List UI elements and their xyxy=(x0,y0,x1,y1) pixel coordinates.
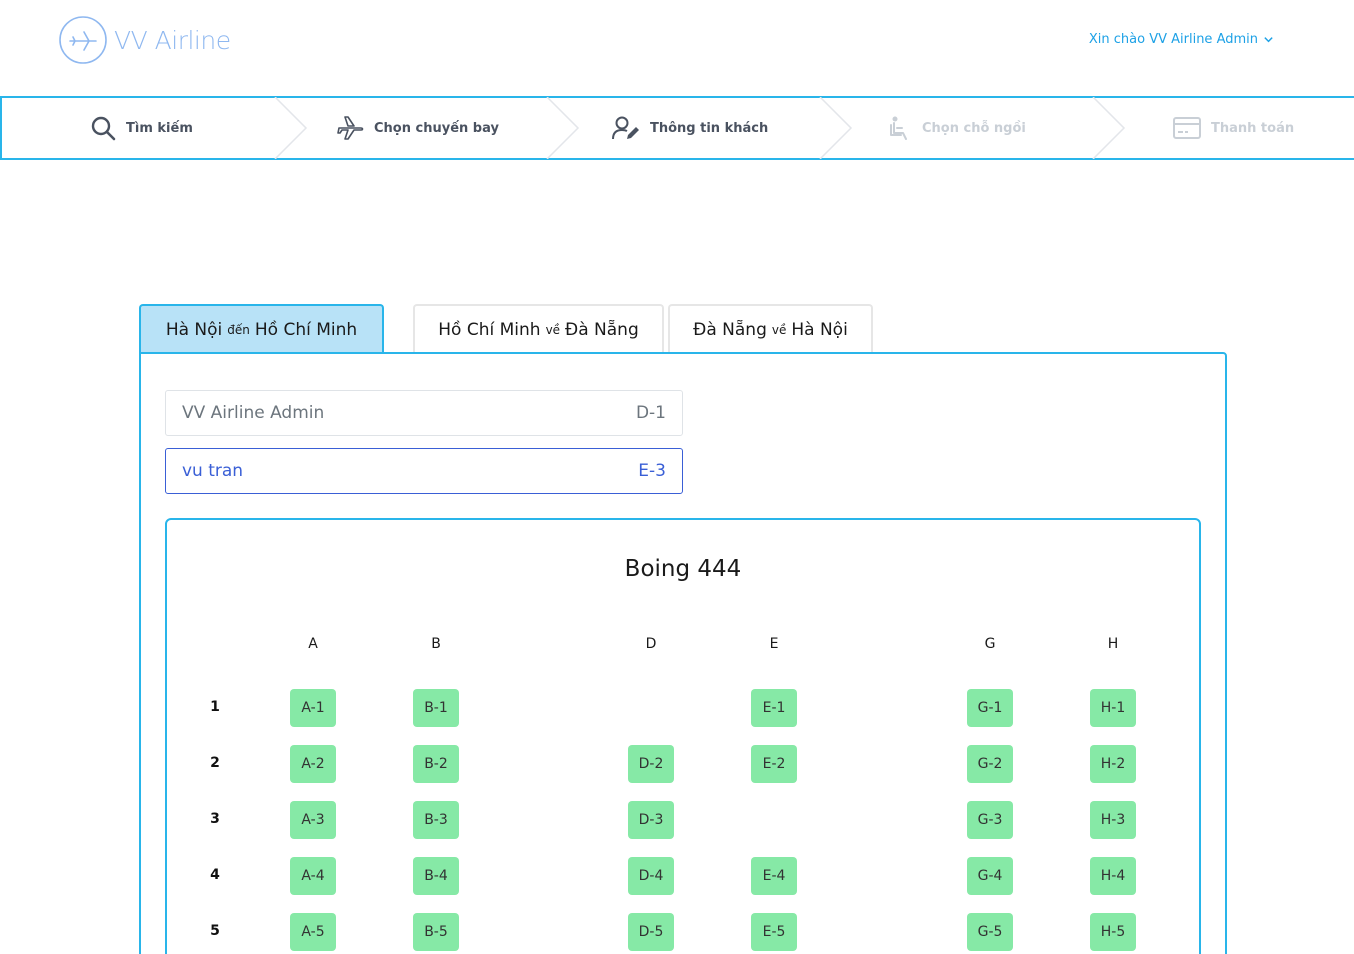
seat-button[interactable]: E-5 xyxy=(751,913,797,951)
seat-button[interactable]: B-4 xyxy=(413,857,459,895)
step-label: Thanh toán xyxy=(1211,120,1295,136)
seat-button[interactable]: E-4 xyxy=(751,857,797,895)
passenger-seat: E-3 xyxy=(638,461,666,481)
column-label: G xyxy=(984,636,996,652)
step-separator xyxy=(1092,97,1126,159)
plane-icon xyxy=(337,116,364,140)
seat-button[interactable]: G-4 xyxy=(967,857,1013,895)
row-label: 1 xyxy=(210,699,220,715)
step-label: Chọn chuyến bay xyxy=(374,120,499,136)
seat-button[interactable]: E-2 xyxy=(751,745,797,783)
step-label: Tìm kiếm xyxy=(126,120,193,136)
seat-button[interactable]: D-2 xyxy=(628,745,674,783)
tab-to: Đà Nẵng xyxy=(565,319,639,340)
seat-button[interactable]: D-3 xyxy=(628,801,674,839)
tab-hcm-danang[interactable]: Hồ Chí Minh về Đà Nẵng xyxy=(413,304,664,353)
seat-button[interactable]: A-1 xyxy=(290,689,336,727)
tab-from: Đà Nẵng xyxy=(693,319,767,340)
user-edit-icon xyxy=(612,116,639,140)
row-label: 4 xyxy=(210,867,220,883)
step-separator xyxy=(819,97,853,159)
tab-connector: về xyxy=(771,322,787,337)
passenger-seat: D-1 xyxy=(635,403,666,423)
airline-logo-icon xyxy=(59,16,107,64)
step-payment: Thanh toán xyxy=(1173,98,1294,158)
credit-card-icon xyxy=(1173,117,1201,139)
seat-button[interactable]: G-3 xyxy=(967,801,1013,839)
row-label: 2 xyxy=(210,755,220,771)
tab-from: Hà Nội xyxy=(165,320,223,340)
plane-title: Boing 444 xyxy=(624,556,742,582)
seat-button[interactable]: A-5 xyxy=(290,913,336,951)
chevron-down-icon xyxy=(1264,37,1273,43)
seat-button[interactable]: B-2 xyxy=(413,745,459,783)
passenger-name: vu tran xyxy=(182,461,244,481)
seat-button[interactable]: G-2 xyxy=(967,745,1013,783)
seat-button[interactable]: A-4 xyxy=(290,857,336,895)
tab-from: Hồ Chí Minh xyxy=(438,319,541,340)
seat-button[interactable]: B-5 xyxy=(413,913,459,951)
seat-button[interactable]: H-2 xyxy=(1090,745,1136,783)
step-separator xyxy=(274,97,308,159)
seat-button[interactable]: G-5 xyxy=(967,913,1013,951)
column-label: A xyxy=(308,636,318,652)
search-icon xyxy=(91,116,116,141)
column-label: D xyxy=(645,636,657,652)
column-label: H xyxy=(1107,636,1119,652)
user-menu[interactable]: Xin chào VV Airline Admin xyxy=(1089,32,1274,47)
greeting-text: Xin chào VV Airline Admin xyxy=(1088,32,1258,47)
step-label: Thông tin khách xyxy=(650,120,769,136)
seat-button[interactable]: G-1 xyxy=(967,689,1013,727)
passenger-name: VV Airline Admin xyxy=(182,403,325,423)
column-label: B xyxy=(431,636,441,652)
seat-button[interactable]: H-5 xyxy=(1090,913,1136,951)
seat-button[interactable]: A-2 xyxy=(290,745,336,783)
step-choose-seat: Chọn chỗ ngồi xyxy=(888,98,1026,158)
seat-button[interactable]: H-3 xyxy=(1090,801,1136,839)
seat-button[interactable]: E-1 xyxy=(751,689,797,727)
row-label: 5 xyxy=(210,923,220,939)
logo-text: VV Airline xyxy=(114,25,231,55)
passenger-item[interactable]: VV Airline Admin D-1 xyxy=(165,390,683,436)
row-label: 3 xyxy=(210,811,220,827)
header: VV Airline Xin chào VV Airline Admin xyxy=(0,0,1354,96)
step-choose-flight[interactable]: Chọn chuyến bay xyxy=(336,98,499,158)
passenger-item-selected[interactable]: vu tran E-3 xyxy=(165,448,683,494)
tab-to: Hà Nội xyxy=(791,319,848,340)
tab-hanoi-hcm[interactable]: Hà Nội đến Hồ Chí Minh xyxy=(139,304,384,354)
step-separator xyxy=(546,97,580,159)
seat-button[interactable]: D-5 xyxy=(628,913,674,951)
seat-button[interactable]: B-1 xyxy=(413,689,459,727)
tab-connector: đến xyxy=(227,323,250,337)
seat-button[interactable]: H-4 xyxy=(1090,857,1136,895)
seat-button[interactable]: A-3 xyxy=(290,801,336,839)
tab-connector: về xyxy=(545,322,561,337)
step-search[interactable]: Tìm kiếm xyxy=(90,98,193,158)
seat-icon xyxy=(890,116,907,140)
step-passenger-info[interactable]: Thông tin khách xyxy=(612,98,768,158)
logo[interactable]: VV Airline xyxy=(58,15,231,65)
booking-steps: Tìm kiếm Chọn chuyến bay Thông tin khách… xyxy=(0,96,1354,160)
column-label: E xyxy=(769,636,779,652)
seat-button[interactable]: B-3 xyxy=(413,801,459,839)
step-label: Chọn chỗ ngồi xyxy=(922,120,1026,136)
tab-danang-hanoi[interactable]: Đà Nẵng về Hà Nội xyxy=(668,304,873,353)
seat-button[interactable]: D-4 xyxy=(628,857,674,895)
tab-to: Hồ Chí Minh xyxy=(254,320,358,340)
seat-button[interactable]: H-1 xyxy=(1090,689,1136,727)
